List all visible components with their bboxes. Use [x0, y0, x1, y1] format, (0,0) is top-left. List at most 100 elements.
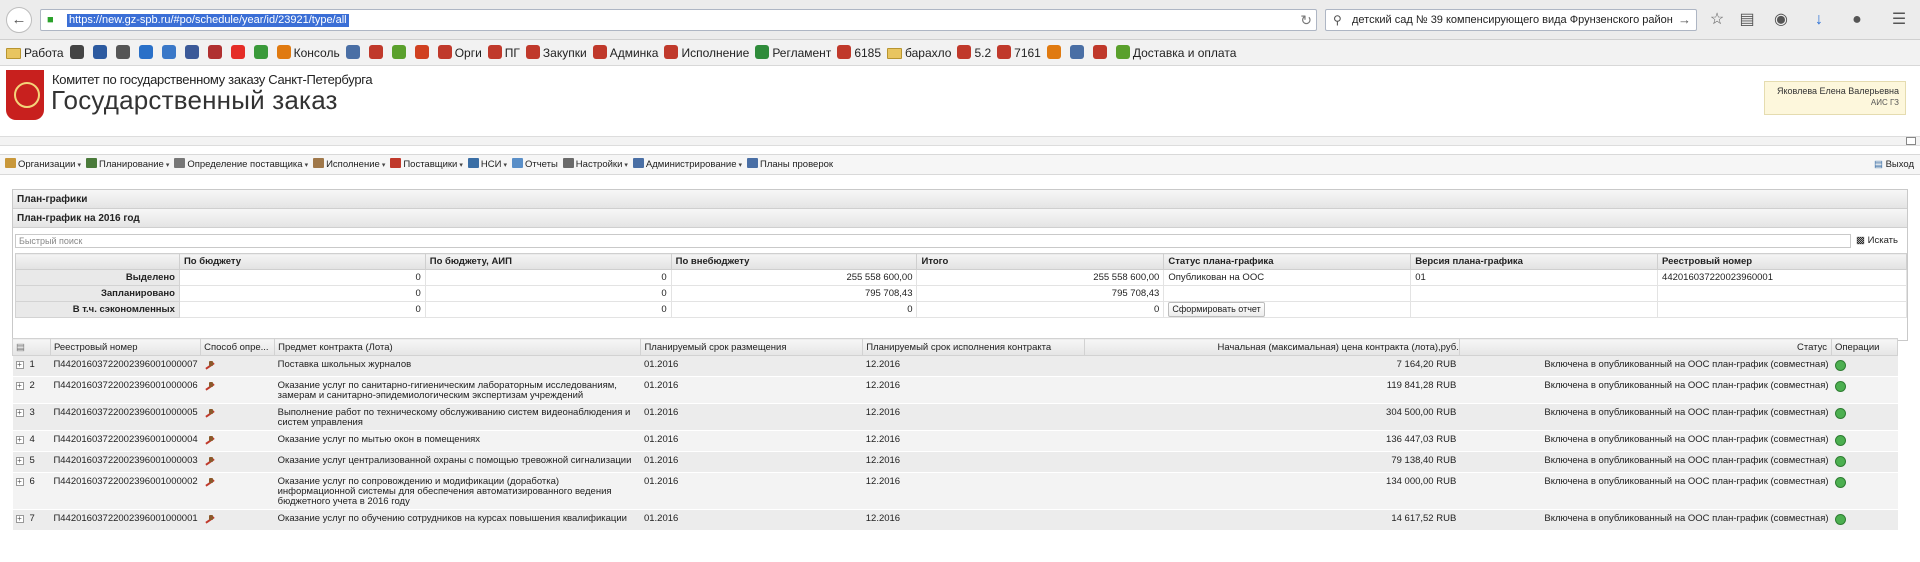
bookmark-item[interactable]: Работа	[6, 40, 64, 65]
column-header[interactable]: Планируемый срок исполнения контракта	[862, 338, 1086, 356]
bookmark-item[interactable]	[391, 40, 409, 65]
bookmark-item[interactable]: 7161	[997, 40, 1041, 65]
back-arrow-icon[interactable]: ←	[6, 7, 32, 33]
reading-list-icon[interactable]: ▤	[1736, 9, 1758, 31]
schedule-panel: План-графики План-график на 2016 год Быс…	[12, 189, 1908, 341]
summary-value: 0	[424, 285, 672, 302]
expand-plus-icon[interactable]: +	[15, 478, 24, 486]
bookmark-item[interactable]	[92, 40, 110, 65]
search-query[interactable]: детский сад № 39 компенсирующего вида Фр…	[1352, 14, 1673, 27]
quick-search-input[interactable]: Быстрый поиск	[15, 234, 1851, 248]
bookmark-item[interactable]: Консоль	[276, 40, 340, 65]
pocket-icon[interactable]: ◉	[1770, 9, 1792, 31]
expand-plus-icon[interactable]: +	[15, 515, 24, 523]
menu-item[interactable]: Отчеты	[511, 155, 558, 175]
hamburger-menu-icon[interactable]: ☰	[1888, 9, 1910, 31]
menu-item[interactable]: НСИ ▾	[467, 155, 507, 175]
bookmark-item[interactable]	[230, 40, 248, 65]
operations-gear-icon[interactable]	[1834, 456, 1846, 467]
bookmark-item[interactable]	[69, 40, 87, 65]
column-header[interactable]: Способ опре...	[200, 338, 276, 356]
bookmark-item[interactable]: Исполнение	[664, 40, 749, 65]
summary-value: 0	[424, 301, 672, 318]
star-bookmark-icon[interactable]: ☆	[1706, 9, 1728, 31]
operations-gear-icon[interactable]	[1834, 477, 1846, 488]
expand-plus-icon[interactable]: +	[15, 436, 24, 444]
bookmark-item[interactable]: Орги	[437, 40, 482, 65]
table-row[interactable]: +5 П44201603722002396001000003 Оказание ус…	[12, 451, 1898, 473]
download-arrow-icon[interactable]: ↓	[1808, 9, 1830, 31]
user-info[interactable]: Яковлева Елена Валерьевна АИС ГЗ	[1764, 81, 1906, 115]
bookmark-item[interactable]: 5.2	[957, 40, 991, 65]
expand-plus-icon[interactable]: +	[15, 382, 24, 390]
search-go-arrow-icon[interactable]: →	[1678, 12, 1691, 27]
bookmark-item[interactable]	[1046, 40, 1064, 65]
reload-icon[interactable]: ↻	[1300, 12, 1312, 28]
bookmark-item[interactable]	[1069, 40, 1087, 65]
generate-report-button[interactable]: Сформировать отчет	[1168, 302, 1265, 317]
operations-gear-icon[interactable]	[1834, 381, 1846, 392]
column-header[interactable]: Операции	[1831, 338, 1898, 356]
redmine-icon	[957, 45, 972, 59]
menu-item[interactable]: Поставщики ▾	[390, 155, 463, 175]
operations-gear-icon[interactable]	[1834, 514, 1846, 525]
collapse-icon[interactable]	[1906, 137, 1916, 145]
contract-subject: Выполнение работ по техническому обслужи…	[274, 403, 641, 431]
auction-hammer-icon	[204, 435, 216, 446]
table-row[interactable]: +4 П44201603722002396001000004 Оказание ус…	[12, 430, 1898, 452]
expand-plus-icon[interactable]: +	[15, 409, 24, 417]
table-row[interactable]: +1 П44201603722002396001000007 Поставка шк…	[12, 355, 1898, 377]
menu-item[interactable]: Планы проверок	[747, 155, 833, 175]
bookmark-item[interactable]	[253, 40, 271, 65]
url-text[interactable]: https://new.gz-spb.ru/#po/schedule/year/…	[67, 14, 349, 27]
expand-plus-icon[interactable]: +	[15, 457, 24, 465]
position-status: Включена в опубликованный на ООС план-гр…	[1459, 376, 1832, 404]
column-header[interactable]: Статус	[1458, 338, 1833, 356]
exit-button[interactable]: ▤ Выход	[1874, 155, 1914, 175]
chat-bubble-icon[interactable]: ●	[1846, 9, 1868, 31]
menu-item[interactable]: Исполнение ▾	[313, 155, 385, 175]
column-header[interactable]: Начальная (максимальная) цена контракта …	[1084, 338, 1460, 356]
browser-search-field[interactable]: ⚲ детский сад № 39 компенсирующего вида …	[1325, 9, 1697, 31]
column-menu-icon[interactable]: ▤	[12, 338, 51, 356]
bookmark-item[interactable]	[414, 40, 432, 65]
bookmark-item[interactable]: 6185	[837, 40, 881, 65]
column-header[interactable]: Реестровый номер	[49, 338, 202, 356]
menu-item[interactable]: Администрирование ▾	[632, 155, 742, 175]
menu-item[interactable]: Организации ▾	[5, 155, 81, 175]
operations-gear-icon[interactable]	[1834, 435, 1846, 446]
row-number: 1	[29, 359, 35, 370]
menu-item[interactable]: Определение поставщика ▾	[174, 155, 308, 175]
bookmark-item[interactable]: Закупки	[525, 40, 587, 65]
bookmark-item[interactable]	[138, 40, 156, 65]
bookmark-item[interactable]: ПГ	[487, 40, 520, 65]
search-button[interactable]: ▩ Искать	[1856, 233, 1898, 249]
bookmark-item[interactable]: Доставка и оплата	[1115, 40, 1236, 65]
bookmark-item[interactable]	[1092, 40, 1110, 65]
menu-item[interactable]: Настройки ▾	[562, 155, 628, 175]
bookmark-item[interactable]	[115, 40, 133, 65]
panel-title: План-графики	[13, 190, 1907, 209]
column-header[interactable]: Планируемый срок размещения	[640, 338, 864, 356]
expand-plus-icon[interactable]: +	[15, 361, 24, 369]
table-row[interactable]: +2 П44201603722002396001000006 Оказание ус…	[12, 376, 1898, 404]
bookmark-item[interactable]	[161, 40, 179, 65]
bookmark-item[interactable]	[345, 40, 363, 65]
site-icon-13	[1046, 45, 1061, 59]
table-row[interactable]: +7 П44201603722002396001000001 Оказание ус…	[12, 509, 1898, 531]
table-row[interactable]: +6 П44201603722002396001000002 Оказание ус…	[12, 472, 1898, 510]
menu-item[interactable]: Планирование ▾	[85, 155, 169, 175]
operations-gear-icon[interactable]	[1834, 360, 1846, 371]
column-header[interactable]: Предмет контракта (Лота)	[274, 338, 642, 356]
bookmark-item[interactable]	[207, 40, 225, 65]
operations-gear-icon[interactable]	[1834, 408, 1846, 419]
address-bar[interactable]: ■ https://new.gz-spb.ru/#po/schedule/yea…	[40, 9, 1317, 31]
summary-value: 0	[916, 301, 1165, 318]
bookmark-item[interactable]	[368, 40, 386, 65]
bookmark-item[interactable]: барахло	[887, 40, 951, 65]
method-cell	[200, 509, 275, 531]
bookmark-item[interactable]: Админка	[592, 40, 658, 65]
table-row[interactable]: +3 П44201603722002396001000005 Выполнение …	[12, 403, 1898, 431]
bookmark-item[interactable]: Регламент	[755, 40, 831, 65]
bookmark-item[interactable]	[184, 40, 202, 65]
